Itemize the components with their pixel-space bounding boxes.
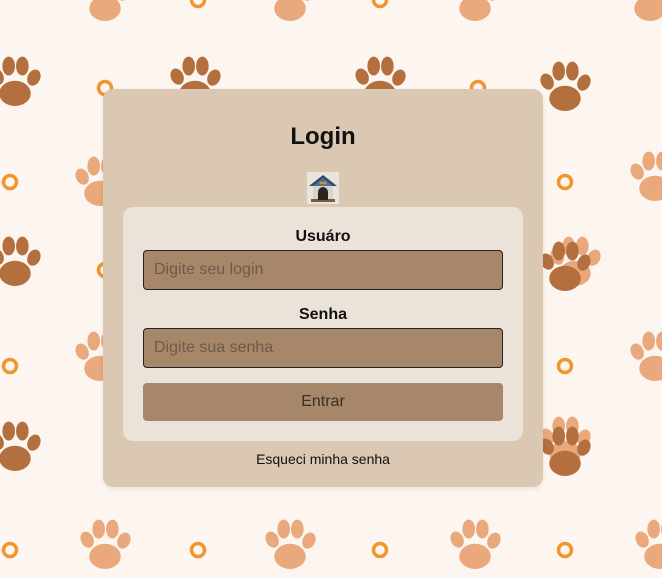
paw-print-icon [0,236,41,286]
paw-print-icon [274,0,316,21]
paw-print-icon [459,0,501,21]
ring-icon [189,541,207,559]
ring-icon [556,541,574,559]
login-card: Login Usuáro Senha Entrar Esqueci minha … [103,89,543,487]
ring-icon [371,0,389,9]
username-label: Usuáro [295,228,351,245]
paw-print-icon [630,151,662,201]
ring-icon [189,0,207,9]
paw-print-icon [0,421,41,471]
forgot-password-link[interactable]: Esqueci minha senha [103,451,543,467]
paw-print-icon [635,519,662,569]
paw-print-icon [0,56,41,106]
paw-print-icon [634,0,662,21]
paw-print-icon [540,61,591,111]
paw-print-icon [630,331,662,381]
page-title: Login [290,123,356,150]
password-input[interactable] [143,328,503,368]
login-button[interactable]: Entrar [143,383,503,421]
login-form: Usuáro Senha Entrar [123,207,523,441]
ring-icon [556,357,574,375]
ring-icon [371,541,389,559]
paw-print-icon [80,519,131,569]
ring-icon [1,541,19,559]
username-input[interactable] [143,250,503,290]
ring-icon [1,173,19,191]
ring-icon [1,357,19,375]
paw-print-icon [265,519,316,569]
paw-print-icon [89,0,131,21]
password-label: Senha [298,306,347,323]
paw-print-icon [450,519,501,569]
dog-house-icon [307,172,339,204]
ring-icon [556,173,574,191]
